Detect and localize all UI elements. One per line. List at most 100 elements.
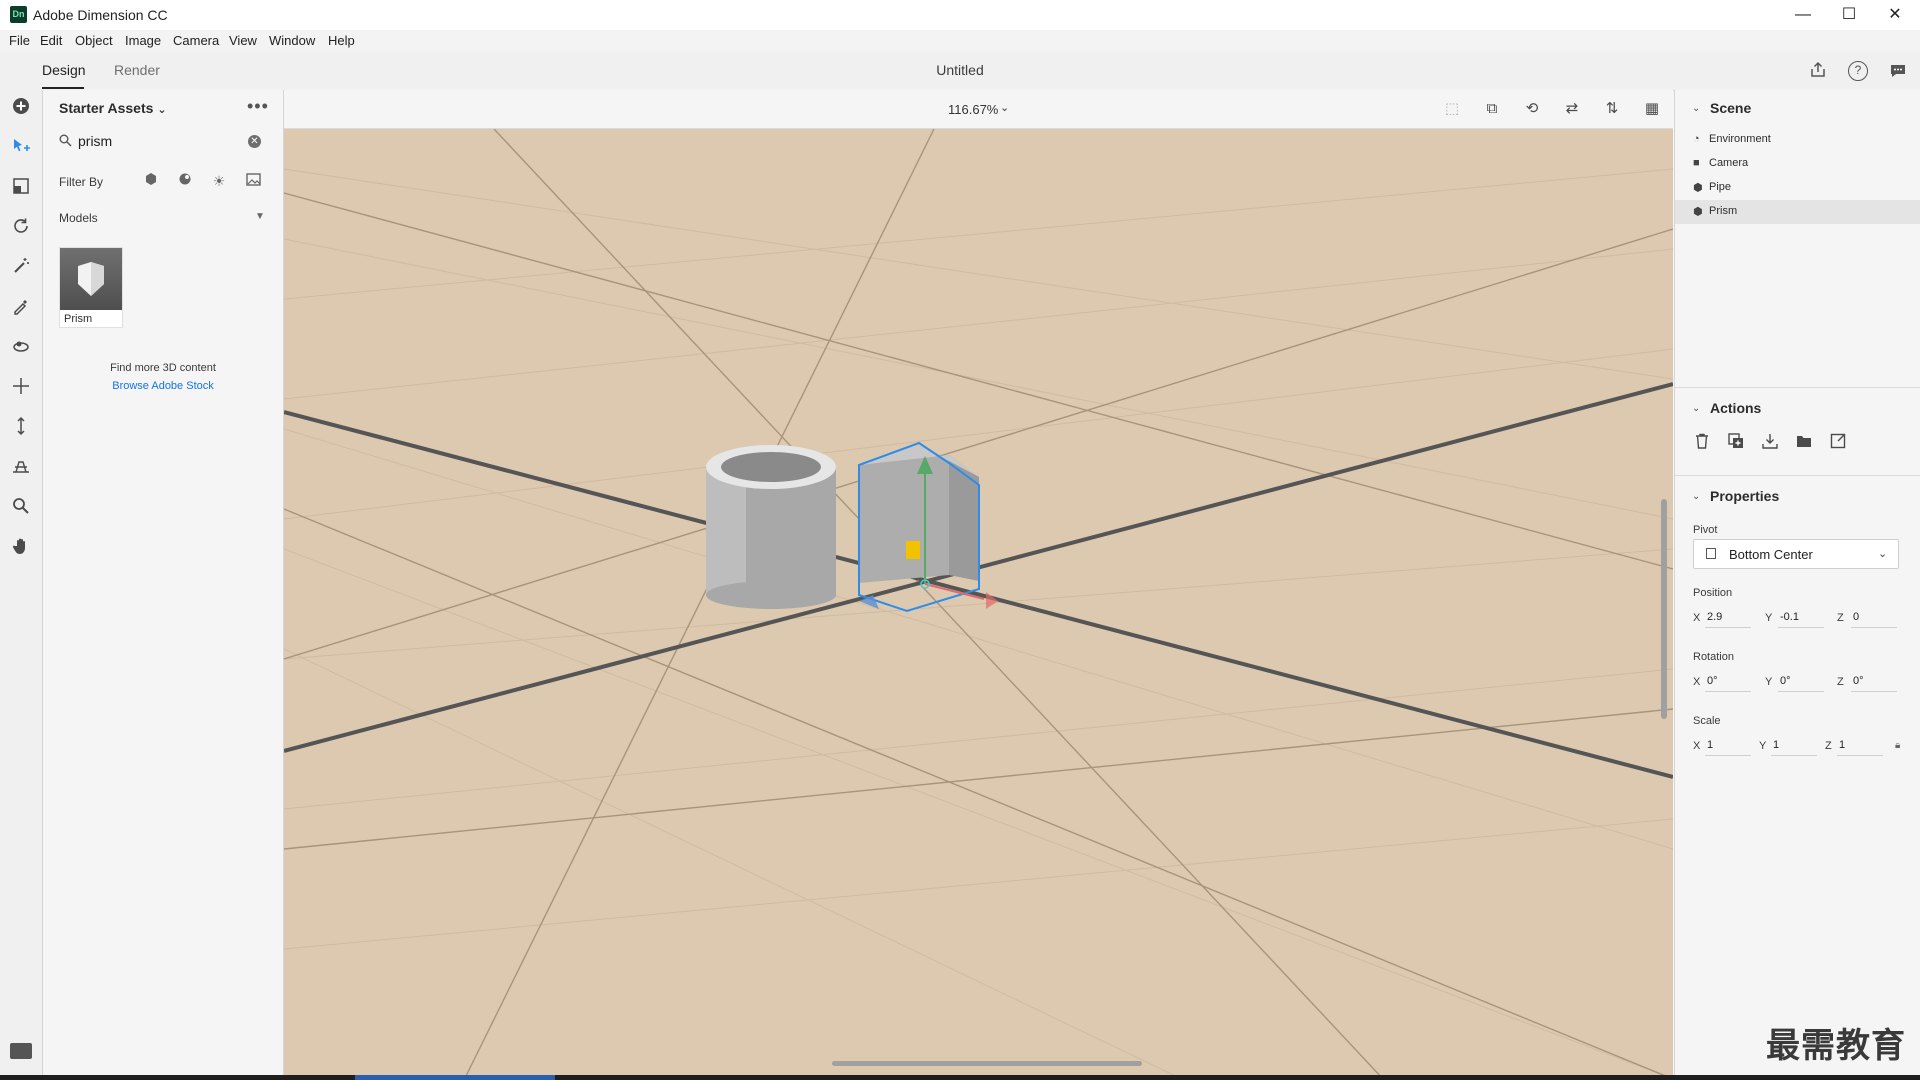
frame-selection-icon[interactable]: ⬚	[1441, 98, 1463, 120]
filter-models-icon[interactable]	[142, 172, 160, 190]
chevron-down-icon[interactable]: ⌄	[1692, 103, 1700, 114]
model-icon: ⬢	[1693, 206, 1703, 218]
camera-pan-icon[interactable]: ⇄	[1561, 98, 1583, 120]
canvas-toolbar: 116.67% ⌄ ⬚ ⧉ ⟲ ⇄ ⇅ ▦	[284, 90, 1673, 129]
active-tab-indicator	[42, 87, 84, 89]
position-y-field[interactable]: -0.1	[1778, 611, 1824, 628]
rotation-x-field[interactable]: 0°	[1705, 675, 1751, 692]
chevron-down-icon[interactable]: ⌄	[1000, 101, 1009, 114]
environment-icon: ◔	[1693, 133, 1700, 145]
menu-window[interactable]: Window	[269, 33, 315, 48]
maximize-button[interactable]: ☐	[1826, 0, 1872, 30]
delete-icon[interactable]	[1691, 433, 1713, 455]
pivot-dropdown[interactable]: Bottom Center ⌄	[1693, 539, 1899, 569]
window-title: Adobe Dimension CC	[33, 7, 168, 23]
group-icon[interactable]	[1793, 433, 1815, 455]
menu-object[interactable]: Object	[75, 33, 113, 48]
more-options-icon[interactable]: •••	[247, 96, 269, 117]
menu-camera[interactable]: Camera	[173, 33, 219, 48]
export-icon[interactable]	[1827, 433, 1849, 455]
select-icon[interactable]	[9, 136, 33, 160]
share-icon[interactable]	[1808, 60, 1828, 80]
scale-y-field[interactable]: 1	[1771, 739, 1817, 756]
rotation-x-label: X	[1693, 676, 1701, 688]
zoom-level[interactable]: 116.67%	[948, 102, 998, 117]
scale-x-field[interactable]: 1	[1705, 739, 1751, 756]
close-button[interactable]: ✕	[1872, 0, 1918, 30]
scene-item-environment[interactable]: ◔ Environment	[1675, 128, 1920, 152]
models-section-label[interactable]: Models	[59, 211, 98, 225]
pivot-value: Bottom Center	[1729, 547, 1813, 562]
assets-panel-title[interactable]: Starter Assets ⌄	[59, 100, 167, 116]
position-z-field[interactable]: 0	[1851, 611, 1897, 628]
menu-edit[interactable]: Edit	[40, 33, 62, 48]
menu-view[interactable]: View	[229, 33, 257, 48]
rotation-label: Rotation	[1693, 651, 1734, 663]
scene-item-prism[interactable]: ⬢ Prism	[1675, 200, 1920, 224]
import-icon[interactable]	[1759, 433, 1781, 455]
document-title: Untitled	[936, 62, 984, 78]
horizon-icon[interactable]	[9, 456, 33, 480]
rotation-z-label: Z	[1837, 676, 1844, 688]
select-box-icon[interactable]	[9, 176, 33, 200]
chevron-down-icon[interactable]: ⌄	[1692, 491, 1700, 502]
menu-file[interactable]: File	[9, 33, 30, 48]
scale-z-field[interactable]: 1	[1837, 739, 1883, 756]
model-icon: ⬢	[1693, 182, 1703, 194]
asset-thumbnail	[60, 248, 122, 310]
scene-item-pipe[interactable]: ⬢ Pipe	[1675, 176, 1920, 200]
position-label: Position	[1693, 587, 1733, 599]
panel-toggle-icon[interactable]	[10, 1043, 32, 1059]
render-preview-icon[interactable]: ▦	[1641, 98, 1663, 120]
menu-image[interactable]: Image	[125, 33, 161, 48]
pan-icon[interactable]	[9, 376, 33, 400]
scene-title[interactable]: Scene	[1710, 100, 1751, 116]
assets-panel: Starter Assets ⌄ ••• ✕ Filter By ☀ Model…	[43, 90, 284, 1080]
rotation-y-field[interactable]: 0°	[1778, 675, 1824, 692]
duplicate-icon[interactable]	[1725, 433, 1747, 455]
scene-item-label: Environment	[1709, 133, 1771, 145]
minimize-button[interactable]: —	[1780, 0, 1826, 30]
actions-title[interactable]: Actions	[1710, 400, 1761, 416]
clear-search-icon[interactable]: ✕	[248, 135, 261, 148]
scene-item-camera[interactable]: ■ Camera	[1675, 152, 1920, 176]
chevron-down-icon[interactable]: ⌄	[1692, 403, 1700, 414]
magic-wand-icon[interactable]	[9, 256, 33, 280]
search-icon	[59, 134, 72, 150]
divider	[1675, 387, 1920, 388]
rotate-icon[interactable]	[9, 216, 33, 240]
vertical-scrollbar[interactable]	[1661, 499, 1667, 719]
search-input[interactable]	[78, 130, 238, 152]
feedback-icon[interactable]	[1888, 61, 1908, 81]
filter-lights-icon[interactable]: ☀	[210, 172, 228, 190]
chevron-down-icon: ⌄	[157, 104, 167, 116]
menu-help[interactable]: Help	[328, 33, 355, 48]
camera-dolly-icon[interactable]: ⇅	[1601, 98, 1623, 120]
camera-orbit-icon[interactable]: ⟲	[1521, 98, 1543, 120]
dolly-icon[interactable]	[9, 416, 33, 440]
3d-viewport[interactable]	[284, 129, 1673, 1080]
scene-item-label: Prism	[1709, 205, 1738, 217]
chevron-down-icon[interactable]: ▼	[255, 211, 265, 222]
position-x-field[interactable]: 2.9	[1705, 611, 1751, 628]
asset-card-prism[interactable]: Prism	[59, 247, 123, 328]
eyedropper-icon[interactable]	[9, 296, 33, 320]
drop-to-ground-icon[interactable]: ⧉	[1481, 98, 1503, 120]
lock-icon[interactable]: 🔒︎	[1895, 740, 1900, 751]
properties-title[interactable]: Properties	[1710, 488, 1779, 504]
scale-y-label: Y	[1759, 740, 1767, 752]
rotation-z-field[interactable]: 0°	[1851, 675, 1897, 692]
app-logo-icon: Dn	[10, 6, 27, 23]
chevron-down-icon: ⌄	[1878, 548, 1888, 560]
mode-tab-bar: Design Render Untitled ?	[0, 52, 1920, 91]
horizontal-scrollbar[interactable]	[832, 1061, 1142, 1066]
filter-materials-icon[interactable]	[176, 172, 194, 190]
zoom-icon[interactable]	[9, 496, 33, 520]
add-icon[interactable]	[9, 96, 33, 120]
hand-icon[interactable]	[9, 536, 33, 560]
orbit-icon[interactable]	[9, 336, 33, 360]
browse-adobe-stock-link[interactable]: Browse Adobe Stock	[43, 380, 283, 392]
help-icon[interactable]: ?	[1848, 61, 1868, 81]
filter-by-label: Filter By	[59, 175, 104, 189]
filter-images-icon[interactable]	[244, 172, 262, 190]
